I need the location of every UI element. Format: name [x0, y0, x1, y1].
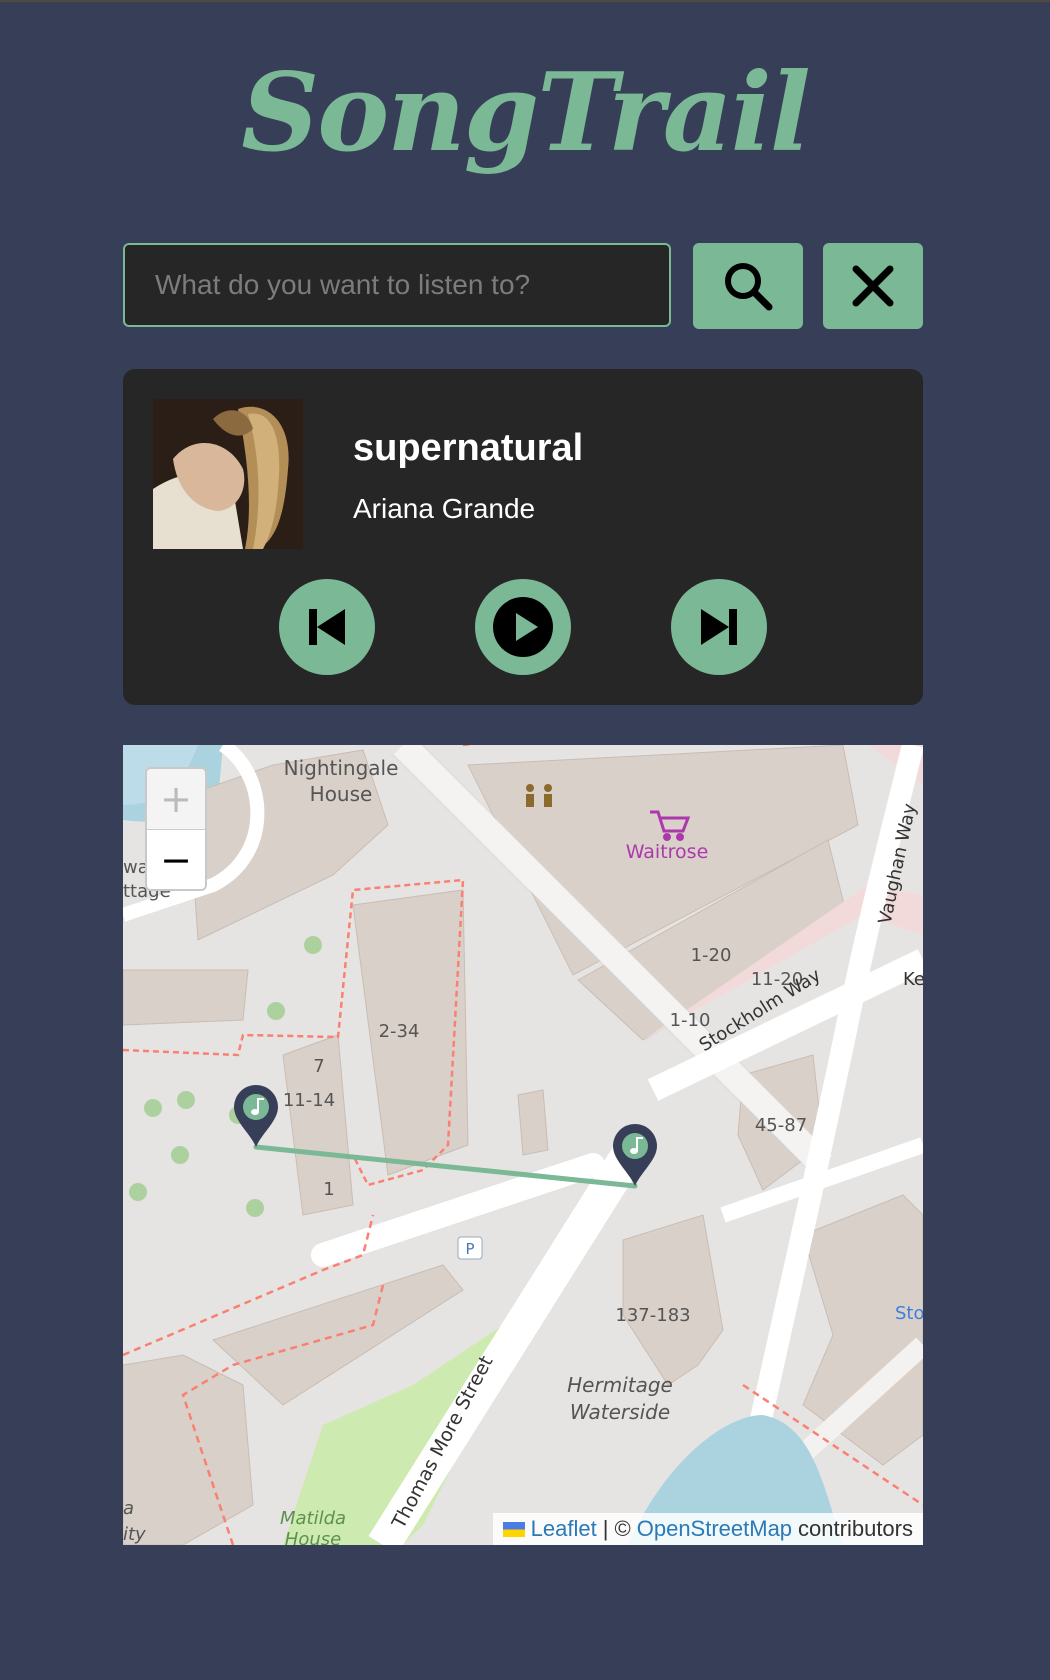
search-button[interactable] [693, 243, 803, 329]
skip-back-icon [309, 609, 345, 645]
search-input[interactable] [123, 243, 671, 327]
search-icon [725, 263, 773, 311]
ukraine-flag-icon [502, 1521, 525, 1537]
attribution-suffix: contributors [798, 1516, 913, 1541]
leaflet-link[interactable]: Leaflet [531, 1513, 597, 1545]
zoom-in-button[interactable]: + [147, 769, 205, 830]
map-label: 2-34 [379, 1021, 420, 1042]
map-label: ity [123, 1524, 146, 1545]
map-label: Nightingale [284, 756, 399, 780]
search-bar [123, 243, 923, 329]
map-label: House [310, 782, 373, 806]
skip-forward-icon [701, 609, 737, 645]
map-label: 1 [323, 1179, 334, 1200]
next-button[interactable] [671, 579, 767, 675]
parking-label: P [465, 1240, 474, 1258]
play-button[interactable] [475, 579, 571, 675]
map-label: 137-183 [615, 1305, 690, 1326]
map-label: Waitrose [626, 841, 709, 863]
map-label: a [123, 1498, 134, 1519]
map-label: House [285, 1529, 341, 1545]
song-artist: Ariana Grande [353, 493, 536, 524]
app-logo: SongTrail [241, 50, 811, 176]
play-icon [493, 597, 553, 657]
attribution-separator: | © [602, 1516, 631, 1541]
zoom-control: + − [145, 767, 207, 891]
now-playing-card: supernatural Ariana Grande [123, 369, 923, 705]
map-label: 1-20 [691, 945, 732, 966]
zoom-out-button[interactable]: − [147, 830, 205, 889]
map-label: Sto [895, 1303, 923, 1324]
map-label: Hermitage [567, 1373, 673, 1397]
song-title: supernatural [353, 427, 584, 469]
top-border [0, 0, 1050, 2]
map-attribution: Leaflet | © OpenStreetMap contributors [492, 1513, 923, 1545]
map-label: Ke [903, 969, 923, 990]
map-label: 11-14 [283, 1090, 335, 1111]
map-view[interactable]: Nightingale House Waitrose 1-20 11-20 1-… [123, 745, 923, 1545]
map-label: 45-87 [755, 1115, 807, 1136]
map-label: 7 [313, 1056, 324, 1077]
clear-button[interactable] [823, 243, 923, 329]
map-label: 1-10 [670, 1010, 711, 1031]
map-tiles[interactable]: Nightingale House Waitrose 1-20 11-20 1-… [123, 745, 923, 1545]
map-label: Matilda [280, 1508, 346, 1529]
previous-button[interactable] [279, 579, 375, 675]
close-icon [852, 265, 894, 307]
map-label: Waterside [570, 1400, 670, 1424]
osm-link[interactable]: OpenStreetMap [637, 1513, 792, 1545]
album-art [153, 399, 303, 549]
